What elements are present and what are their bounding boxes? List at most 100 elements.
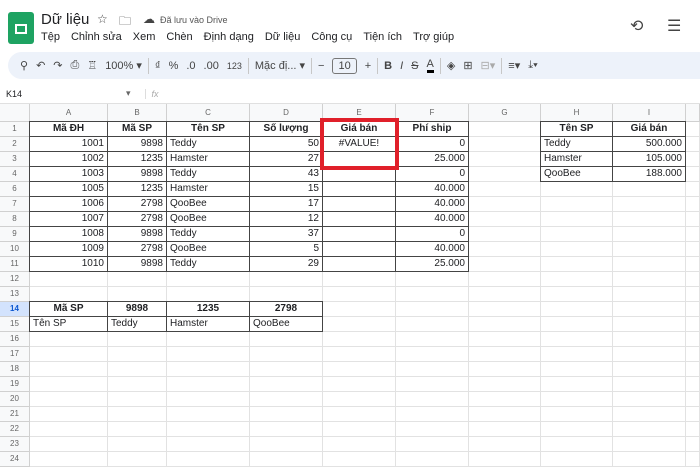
- cell[interactable]: [108, 287, 167, 302]
- cell[interactable]: [686, 452, 700, 467]
- row-header[interactable]: 14: [0, 302, 30, 317]
- cell[interactable]: Teddy: [540, 136, 613, 152]
- cell[interactable]: 0: [395, 136, 469, 152]
- cell[interactable]: [250, 347, 323, 362]
- cell[interactable]: [30, 392, 108, 407]
- cell[interactable]: [469, 197, 541, 212]
- row-header[interactable]: 24: [0, 452, 30, 467]
- cell[interactable]: 9898: [107, 136, 167, 152]
- cell[interactable]: [686, 392, 700, 407]
- cell[interactable]: [541, 407, 613, 422]
- cell[interactable]: [167, 347, 250, 362]
- cell[interactable]: [108, 272, 167, 287]
- row-header[interactable]: 22: [0, 422, 30, 437]
- cell[interactable]: Mã SP: [107, 121, 167, 137]
- cell[interactable]: [469, 227, 541, 242]
- cell[interactable]: 1009: [29, 241, 108, 257]
- cell[interactable]: [541, 197, 613, 212]
- cell[interactable]: [686, 152, 700, 167]
- row-header[interactable]: 7: [0, 197, 30, 212]
- cell[interactable]: QooBee: [166, 211, 250, 227]
- column-header[interactable]: H: [541, 104, 613, 122]
- cell[interactable]: [541, 257, 613, 272]
- cell[interactable]: [686, 287, 700, 302]
- cell[interactable]: [167, 332, 250, 347]
- cell[interactable]: 9898: [107, 301, 167, 317]
- cell[interactable]: 40.000: [395, 211, 469, 227]
- cell[interactable]: [541, 347, 613, 362]
- row-header[interactable]: 21: [0, 407, 30, 422]
- cell[interactable]: [613, 272, 686, 287]
- cell[interactable]: Phí ship: [395, 121, 469, 137]
- cell[interactable]: Hamster: [166, 181, 250, 197]
- cell[interactable]: QooBee: [540, 166, 613, 182]
- increase-font-size-button[interactable]: +: [365, 60, 371, 72]
- cell[interactable]: 25.000: [395, 151, 469, 167]
- cell[interactable]: [613, 377, 686, 392]
- cell[interactable]: [250, 437, 323, 452]
- cell[interactable]: [30, 347, 108, 362]
- cell[interactable]: [686, 377, 700, 392]
- cell[interactable]: [396, 347, 469, 362]
- cell[interactable]: [323, 407, 396, 422]
- cell[interactable]: Hamster: [166, 151, 250, 167]
- cell[interactable]: [108, 407, 167, 422]
- cell[interactable]: [30, 422, 108, 437]
- cell[interactable]: [108, 437, 167, 452]
- cell[interactable]: 9898: [107, 256, 167, 272]
- decrease-decimal-button[interactable]: .0: [186, 60, 195, 72]
- cell[interactable]: [469, 377, 541, 392]
- cell[interactable]: [541, 272, 613, 287]
- row-header[interactable]: 15: [0, 317, 30, 332]
- cell[interactable]: [613, 422, 686, 437]
- menu-item[interactable]: Xem: [133, 31, 156, 43]
- cell[interactable]: [541, 452, 613, 467]
- cell[interactable]: [469, 257, 541, 272]
- cell[interactable]: [322, 241, 396, 257]
- cell[interactable]: [686, 272, 700, 287]
- cell[interactable]: [541, 392, 613, 407]
- menu-item[interactable]: Dữ liệu: [265, 31, 301, 43]
- cell[interactable]: [30, 377, 108, 392]
- cell[interactable]: Teddy: [166, 136, 250, 152]
- cell[interactable]: [469, 167, 541, 182]
- cell[interactable]: [613, 347, 686, 362]
- comments-icon[interactable]: ☰: [667, 16, 681, 36]
- row-header[interactable]: 19: [0, 377, 30, 392]
- bold-button[interactable]: B: [384, 60, 392, 72]
- cell[interactable]: [686, 422, 700, 437]
- cell[interactable]: [469, 407, 541, 422]
- cell[interactable]: [108, 377, 167, 392]
- cell[interactable]: 1001: [29, 136, 108, 152]
- row-header[interactable]: 11: [0, 257, 30, 272]
- row-header[interactable]: 1: [0, 122, 30, 137]
- cell[interactable]: 2798: [107, 211, 167, 227]
- cell[interactable]: [469, 152, 541, 167]
- cell[interactable]: Mã SP: [29, 301, 108, 317]
- cell[interactable]: Teddy: [166, 226, 250, 242]
- cell[interactable]: [396, 332, 469, 347]
- cell[interactable]: 1003: [29, 166, 108, 182]
- document-title[interactable]: Dữ liệu: [41, 11, 89, 28]
- cell[interactable]: 0: [395, 226, 469, 242]
- cell[interactable]: 1008: [29, 226, 108, 242]
- cell[interactable]: [686, 242, 700, 257]
- cell[interactable]: [396, 422, 469, 437]
- paint-format-icon[interactable]: ♖: [87, 59, 97, 72]
- cell[interactable]: [323, 287, 396, 302]
- cell[interactable]: [30, 332, 108, 347]
- cell[interactable]: 1002: [29, 151, 108, 167]
- column-header[interactable]: I: [613, 104, 686, 122]
- cell[interactable]: 2798: [107, 196, 167, 212]
- cell[interactable]: [686, 437, 700, 452]
- cell[interactable]: [686, 332, 700, 347]
- cell[interactable]: [613, 242, 686, 257]
- merge-cells-icon[interactable]: ⊟▾: [481, 59, 496, 72]
- cell[interactable]: [167, 377, 250, 392]
- cell[interactable]: [322, 181, 396, 197]
- cell[interactable]: Teddy: [166, 166, 250, 182]
- cell[interactable]: [686, 167, 700, 182]
- cell[interactable]: [250, 332, 323, 347]
- cell[interactable]: [30, 407, 108, 422]
- cell[interactable]: 2798: [249, 301, 323, 317]
